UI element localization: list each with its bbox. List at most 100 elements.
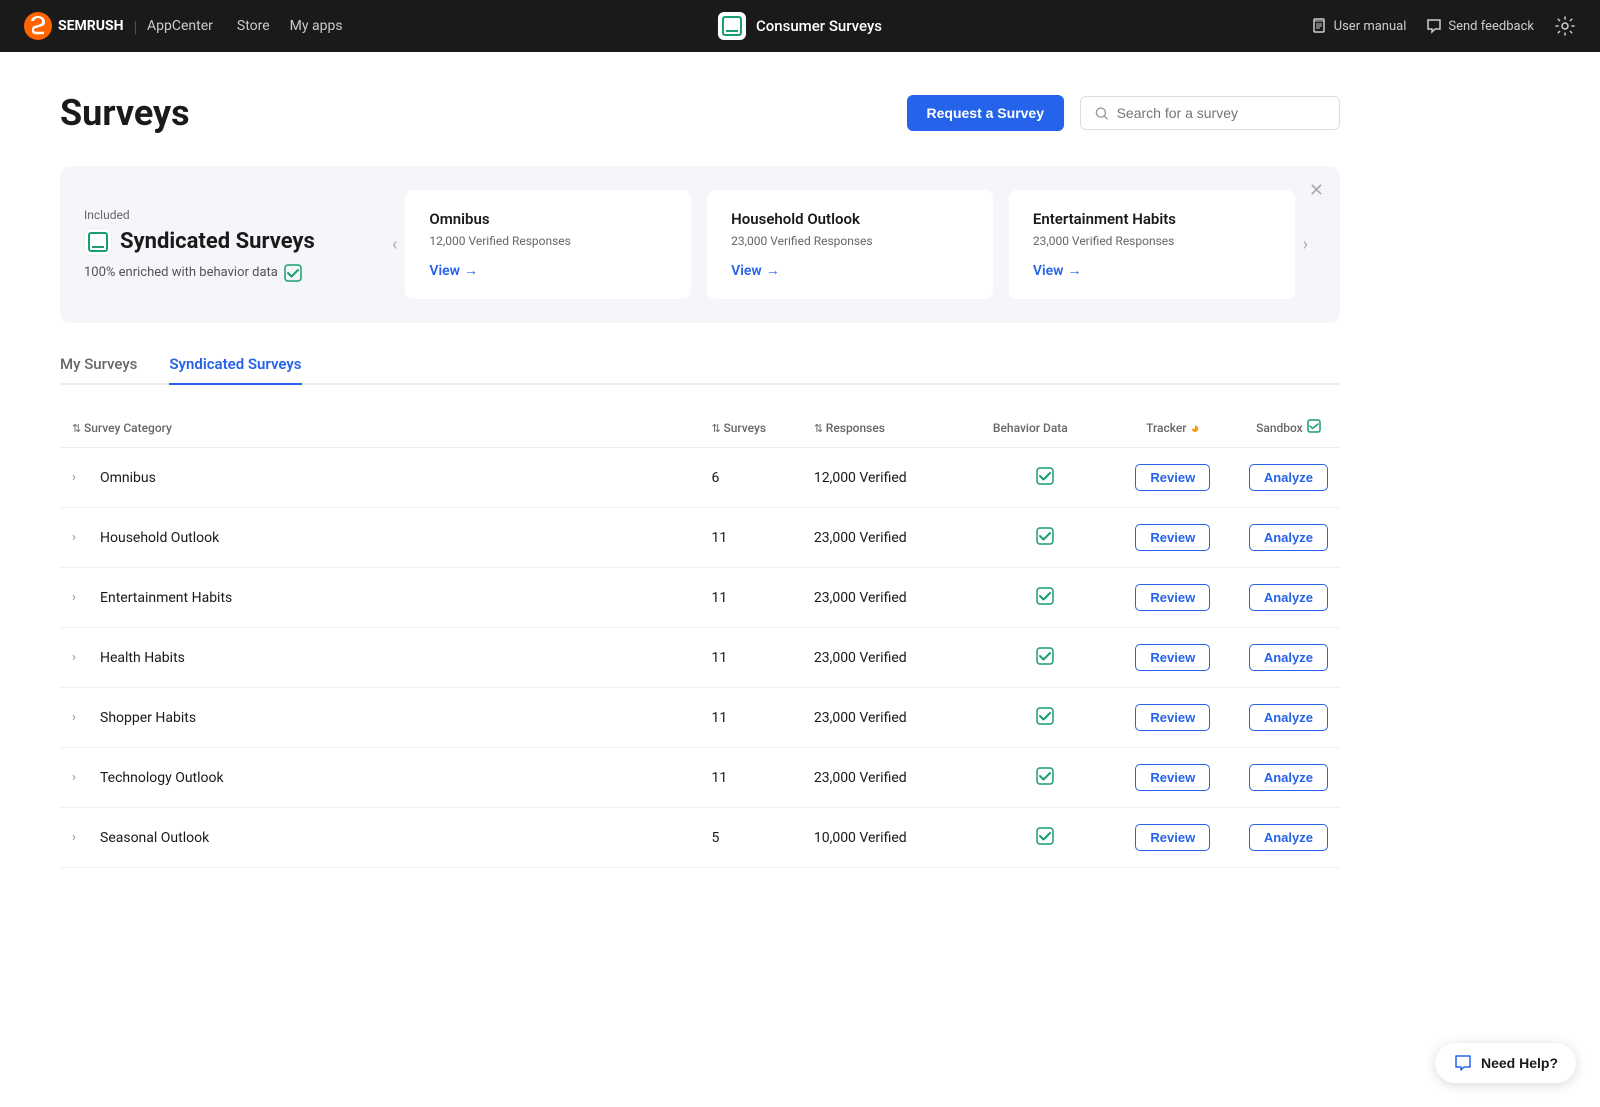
col-header-category[interactable]: Survey Category <box>60 409 699 448</box>
row-name-cell-6: › Seasonal Outlook <box>60 808 699 868</box>
banner-card-0: Omnibus 12,000 Verified Responses View → <box>405 190 691 299</box>
behavior-check-icon-0 <box>1035 466 1055 486</box>
send-feedback-link[interactable]: Send feedback <box>1426 18 1534 34</box>
banner-card-1: Household Outlook 23,000 Verified Respon… <box>707 190 993 299</box>
banner-card-title-2: Entertainment Habits <box>1033 210 1271 228</box>
topnav-right: User manual Send feedback <box>1312 15 1576 37</box>
row-category-1: Household Outlook <box>100 530 219 546</box>
store-link[interactable]: Store <box>237 18 270 34</box>
expand-icon-5[interactable]: › <box>72 770 88 785</box>
table-row: › Entertainment Habits 11 23,000 Verifie… <box>60 568 1340 628</box>
semrush-logo[interactable]: SEMRUSH | AppCenter <box>24 12 213 40</box>
myapps-link[interactable]: My apps <box>290 18 343 34</box>
banner-next-button[interactable]: › <box>1295 234 1316 255</box>
review-button-4[interactable]: Review <box>1135 704 1210 731</box>
review-button-2[interactable]: Review <box>1135 584 1210 611</box>
row-surveys-6: 5 <box>699 808 801 868</box>
analyze-button-5[interactable]: Analyze <box>1249 764 1328 791</box>
row-surveys-4: 11 <box>699 688 801 748</box>
banner-card-title-1: Household Outlook <box>731 210 969 228</box>
banner-card-view-0[interactable]: View → <box>429 262 667 279</box>
send-feedback-label: Send feedback <box>1448 19 1534 34</box>
table-row: › Health Habits 11 23,000 Verified Revie… <box>60 628 1340 688</box>
col-header-responses[interactable]: Responses <box>802 409 981 448</box>
analyze-button-3[interactable]: Analyze <box>1249 644 1328 671</box>
row-name-cell-0: › Omnibus <box>60 448 699 508</box>
banner-prev-button[interactable]: ‹ <box>384 234 405 255</box>
settings-icon[interactable] <box>1554 15 1576 37</box>
banner-card-responses-0: 12,000 Verified Responses <box>429 234 667 248</box>
page-header: Surveys Request a Survey <box>60 92 1340 134</box>
banner-card-view-2[interactable]: View → <box>1033 262 1271 279</box>
appcenter-label: AppCenter <box>147 18 213 34</box>
user-manual-link[interactable]: User manual <box>1312 18 1407 34</box>
expand-icon-6[interactable]: › <box>72 830 88 845</box>
table-row: › Household Outlook 11 23,000 Verified R… <box>60 508 1340 568</box>
banner-card-2: Entertainment Habits 23,000 Verified Res… <box>1009 190 1295 299</box>
row-responses-6: 10,000 Verified <box>802 808 981 868</box>
review-button-0[interactable]: Review <box>1135 464 1210 491</box>
review-button-5[interactable]: Review <box>1135 764 1210 791</box>
row-category-2: Entertainment Habits <box>100 590 232 606</box>
behavior-check-icon-4 <box>1035 706 1055 726</box>
banner-subtitle: 100% enriched with behavior data <box>84 264 360 282</box>
row-category-6: Seasonal Outlook <box>100 830 209 846</box>
search-input[interactable] <box>1117 105 1325 121</box>
review-button-1[interactable]: Review <box>1135 524 1210 551</box>
request-survey-button[interactable]: Request a Survey <box>907 95 1065 131</box>
behavior-check-icon-2 <box>1035 586 1055 606</box>
row-category-0: Omnibus <box>100 470 156 486</box>
row-sandbox-0: Analyze <box>1237 448 1340 508</box>
analyze-button-2[interactable]: Analyze <box>1249 584 1328 611</box>
expand-icon-3[interactable]: › <box>72 650 88 665</box>
row-sandbox-1: Analyze <box>1237 508 1340 568</box>
analyze-button-6[interactable]: Analyze <box>1249 824 1328 851</box>
expand-icon-1[interactable]: › <box>72 530 88 545</box>
row-category-5: Technology Outlook <box>100 770 224 786</box>
syndicated-banner: Included Syndicated Surveys 100% enriche… <box>60 166 1340 323</box>
chat-icon <box>1453 1053 1473 1073</box>
row-name-cell-1: › Household Outlook <box>60 508 699 568</box>
need-help-button[interactable]: Need Help? <box>1435 1043 1576 1083</box>
row-sandbox-4: Analyze <box>1237 688 1340 748</box>
tab-syndicated-surveys[interactable]: Syndicated Surveys <box>169 355 301 385</box>
expand-icon-2[interactable]: › <box>72 590 88 605</box>
topnav-center: Consumer Surveys <box>718 12 882 40</box>
app-logo-icon <box>718 12 746 40</box>
row-tracker-0: Review <box>1109 448 1237 508</box>
banner-close-button[interactable]: ✕ <box>1309 180 1324 201</box>
row-behavior-0 <box>981 448 1109 508</box>
behavior-check-icon-5 <box>1035 766 1055 786</box>
row-tracker-3: Review <box>1109 628 1237 688</box>
row-tracker-4: Review <box>1109 688 1237 748</box>
expand-icon-0[interactable]: › <box>72 470 88 485</box>
table-row: › Technology Outlook 11 23,000 Verified … <box>60 748 1340 808</box>
sandbox-check-icon <box>1307 419 1321 437</box>
expand-icon-4[interactable]: › <box>72 710 88 725</box>
analyze-button-4[interactable]: Analyze <box>1249 704 1328 731</box>
row-surveys-1: 11 <box>699 508 801 568</box>
tab-my-surveys[interactable]: My Surveys <box>60 355 137 385</box>
row-responses-1: 23,000 Verified <box>802 508 981 568</box>
analyze-button-1[interactable]: Analyze <box>1249 524 1328 551</box>
review-button-3[interactable]: Review <box>1135 644 1210 671</box>
table-row: › Seasonal Outlook 5 10,000 Verified Rev… <box>60 808 1340 868</box>
analyze-button-0[interactable]: Analyze <box>1249 464 1328 491</box>
tracker-wifi-icon: ◕ <box>1191 419 1200 437</box>
tabs: My Surveys Syndicated Surveys <box>60 355 1340 385</box>
row-surveys-3: 11 <box>699 628 801 688</box>
row-tracker-5: Review <box>1109 748 1237 808</box>
banner-included-label: Included <box>84 208 360 222</box>
banner-cards: Omnibus 12,000 Verified Responses View →… <box>405 190 1294 299</box>
review-button-6[interactable]: Review <box>1135 824 1210 851</box>
survey-table: Survey Category Surveys Responses Behavi… <box>60 409 1340 868</box>
behavior-check-icon-3 <box>1035 646 1055 666</box>
banner-card-view-1[interactable]: View → <box>731 262 969 279</box>
col-header-behavior: Behavior Data <box>981 409 1109 448</box>
row-name-cell-2: › Entertainment Habits <box>60 568 699 628</box>
row-responses-5: 23,000 Verified <box>802 748 981 808</box>
behavior-check-icon-1 <box>1035 526 1055 546</box>
col-header-surveys[interactable]: Surveys <box>699 409 801 448</box>
search-box <box>1080 96 1340 130</box>
row-tracker-2: Review <box>1109 568 1237 628</box>
